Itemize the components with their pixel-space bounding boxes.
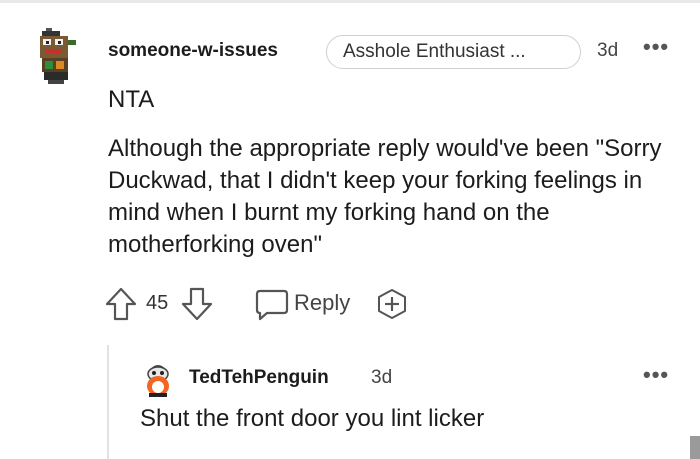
comment-paragraph: Although the appropriate reply would've … bbox=[108, 135, 662, 258]
comment-timestamp[interactable]: 3d bbox=[597, 40, 618, 62]
comment-paragraph: NTA bbox=[108, 86, 155, 113]
user-flair-badge: Asshole Enthusiast ... bbox=[326, 35, 581, 69]
comment-body: NTA Although the appropriate reply would… bbox=[108, 84, 688, 261]
more-options-icon[interactable]: ••• bbox=[643, 362, 669, 388]
user-avatar[interactable] bbox=[143, 362, 173, 398]
upvote-icon[interactable] bbox=[104, 286, 138, 322]
more-options-icon[interactable]: ••• bbox=[643, 34, 669, 60]
comment-author[interactable]: someone-w-issues bbox=[108, 40, 278, 62]
user-avatar[interactable] bbox=[36, 28, 80, 84]
vote-count: 45 bbox=[146, 292, 169, 314]
reply-button[interactable]: Reply bbox=[294, 290, 350, 316]
award-icon[interactable] bbox=[376, 288, 408, 320]
top-divider bbox=[0, 0, 700, 3]
comment-body: Shut the front door you lint licker bbox=[140, 405, 485, 432]
downvote-icon[interactable] bbox=[180, 286, 214, 322]
scrollbar[interactable] bbox=[690, 436, 700, 459]
thread-line[interactable] bbox=[107, 345, 109, 459]
reply-icon[interactable] bbox=[254, 288, 290, 322]
comment-timestamp[interactable]: 3d bbox=[371, 367, 392, 389]
comment-author[interactable]: TedTehPenguin bbox=[189, 367, 329, 389]
